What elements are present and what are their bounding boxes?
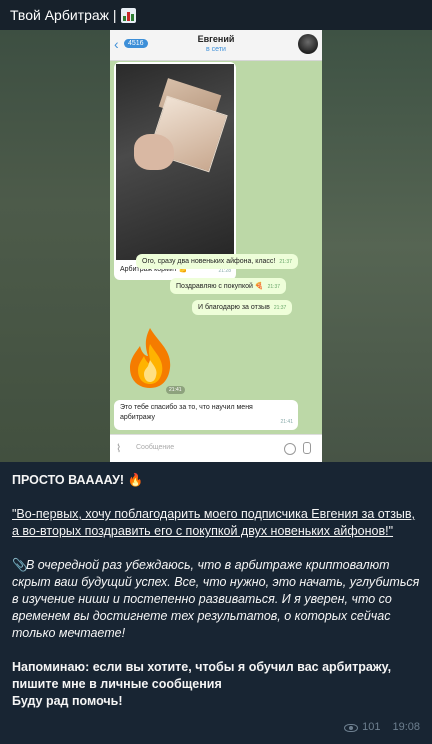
post-text: ПРОСТО ВААААУ! 🔥 "Во-первых, хочу поблаг… (0, 462, 432, 744)
contact-name: Евгений (197, 34, 235, 44)
outgoing-message: И благодарю за отзыв 21:37 (192, 300, 293, 315)
channel-title: Твой Арбитраж | (10, 7, 117, 23)
iphone-box-photo (116, 64, 234, 260)
reminder-line-2: Буду рад помочь! (12, 694, 123, 708)
message-time: 21:37 (279, 259, 292, 265)
message-text: И благодарю за отзыв (198, 304, 270, 311)
message-composer: ⌇ Сообщение (110, 434, 322, 462)
message-text-line2: арбитражу (120, 414, 155, 421)
contact-status: в сети (206, 46, 226, 53)
photo-blur-left (0, 30, 110, 462)
chat-screenshot: ‹ 4516 Евгений в сети Арбитраж кормит 💪 … (110, 30, 322, 462)
emoji-icon (284, 443, 296, 455)
message-time: 21:37 (273, 305, 287, 311)
post-quote: "Во-первых, хочу поблагодарить моего под… (12, 507, 416, 538)
bar-chart-icon (120, 7, 136, 23)
hand (134, 134, 174, 170)
fire-sticker-icon (130, 328, 171, 388)
reminder-line-1: Напоминаю: если вы хотите, чтобы я обучи… (12, 660, 392, 691)
message-text: Ого, сразу два новеньких айфона, класс! (142, 258, 276, 265)
chat-header: ‹ 4516 Евгений в сети (110, 30, 322, 61)
microphone-icon (303, 442, 311, 454)
post-photo[interactable]: ‹ 4516 Евгений в сети Арбитраж кормит 💪 … (0, 30, 432, 462)
outgoing-message: Ого, сразу два новеньких айфона, класс! 2… (136, 254, 298, 269)
incoming-message: Это тебе спасибо за то, что научил меня … (114, 400, 298, 430)
message-input-placeholder: Сообщение (136, 444, 175, 451)
post-title: ПРОСТО ВААААУ! 🔥 (12, 473, 144, 487)
paperclip-icon: 📎 (12, 558, 28, 572)
post-reminder: Напоминаю: если вы хотите, чтобы я обучи… (12, 659, 420, 710)
photo-message: Арбитраж кормит 💪 21:28 (114, 62, 236, 280)
message-time: 21:41 (280, 419, 293, 425)
photo-blur-right (322, 30, 432, 462)
sticker-time: 21:41 (166, 386, 185, 394)
eye-icon (344, 723, 359, 732)
post-body-text: В очередной раз убеждаюсь, что в арбитра… (12, 558, 420, 640)
post-time: 19:08 (392, 721, 420, 733)
outgoing-message: Поздравляю с покупкой 🍕 21:37 (170, 278, 287, 294)
view-count: 101 (362, 721, 381, 733)
post-meta: 101 19:08 (344, 719, 420, 736)
avatar (298, 34, 318, 54)
message-time: 21:37 (267, 284, 281, 290)
channel-header: Твой Арбитраж | (0, 0, 432, 30)
message-text: Поздравляю с покупкой 🍕 (176, 283, 264, 290)
post-body: 📎В очередной раз убеждаюсь, что в арбитр… (12, 557, 420, 642)
paperclip-icon: ⌇ (116, 443, 122, 455)
message-text: Это тебе спасибо за то, что научил меня (120, 404, 253, 411)
